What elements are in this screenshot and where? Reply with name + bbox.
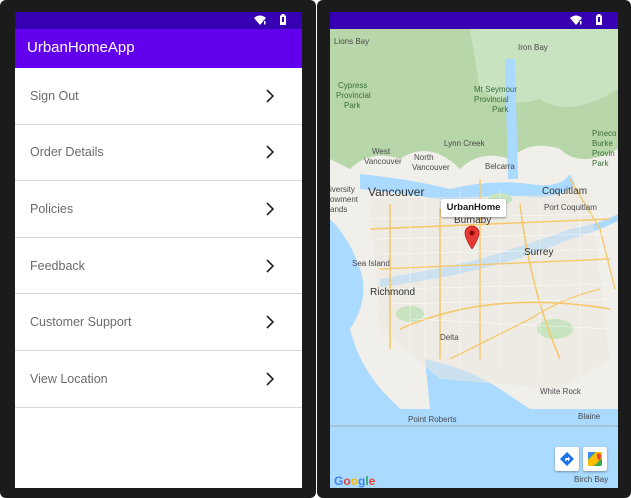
- map-label-cypress-park: Park: [344, 101, 361, 110]
- map-label-coquitlam: Coquitlam: [542, 186, 588, 197]
- map-label-cypress-provincial: Provincial: [336, 91, 371, 100]
- map-label-university-1: iversity: [330, 185, 355, 194]
- app-title: UrbanHomeApp: [27, 39, 135, 56]
- menu-item-customer-support[interactable]: Customer Support: [15, 294, 302, 351]
- map-label-university-3: ands: [330, 205, 348, 214]
- map-label-pinecone: Pineco: [592, 129, 617, 138]
- status-icons: [254, 14, 286, 25]
- chevron-right-icon: [266, 259, 274, 273]
- map-label-burke: Burke: [592, 139, 613, 148]
- phone-left: UrbanHomeApp Sign Out Order Details Poli…: [0, 0, 316, 498]
- map-label-belcarra: Belcarra: [485, 162, 515, 171]
- chevron-right-icon: [266, 89, 274, 103]
- chevron-right-icon: [266, 145, 274, 159]
- wifi-icon: [254, 15, 266, 25]
- map-label-vancouver: Vancouver: [368, 185, 425, 199]
- menu-item-label: Feedback: [30, 258, 85, 273]
- map-label-west: West: [372, 147, 391, 156]
- map-marker-icon[interactable]: [464, 225, 480, 249]
- menu-item-label: Sign Out: [30, 88, 79, 103]
- map-label-mt-provincial: Provincial: [474, 95, 509, 104]
- map-label-mt-seymour: Mt Seymour: [474, 85, 518, 94]
- map-label-iron-bay: Iron Bay: [518, 43, 548, 52]
- marker-info-window[interactable]: UrbanHome: [441, 199, 506, 217]
- map-label-blaine: Blaine: [578, 412, 601, 421]
- map-label-birch-bay: Birch Bay: [574, 475, 609, 484]
- status-icons: [570, 14, 602, 25]
- status-bar: [330, 12, 618, 29]
- menu-item-policies[interactable]: Policies: [15, 181, 302, 238]
- directions-button[interactable]: [555, 447, 579, 471]
- menu-item-order-details[interactable]: Order Details: [15, 125, 302, 182]
- chevron-right-icon: [266, 315, 274, 329]
- map-label-north-vancouver: Vancouver: [412, 163, 450, 172]
- menu-item-label: Customer Support: [30, 315, 132, 330]
- status-bar: [15, 12, 302, 29]
- map-label-port-coquitlam: Port Coquitlam: [544, 203, 597, 212]
- map-label-north: North: [414, 153, 434, 162]
- menu-item-view-location[interactable]: View Location: [15, 351, 302, 408]
- phone-right: Lions Bay Iron Bay Cypress Provincial Pa…: [317, 0, 631, 498]
- map-view[interactable]: Lions Bay Iron Bay Cypress Provincial Pa…: [330, 29, 618, 488]
- chevron-right-icon: [266, 372, 274, 386]
- menu-list: Sign Out Order Details Policies Feedback…: [15, 68, 302, 408]
- map-label-sea-island: Sea Island: [352, 259, 390, 268]
- map-label-university-2: owment: [330, 195, 359, 204]
- map-label-mt-park: Park: [492, 105, 509, 114]
- map-label-lynn-creek: Lynn Creek: [444, 139, 485, 148]
- map-label-white-rock: White Rock: [540, 387, 581, 396]
- map-label-point-roberts: Point Roberts: [408, 415, 457, 424]
- map-label-lions-bay: Lions Bay: [334, 37, 370, 46]
- menu-item-feedback[interactable]: Feedback: [15, 238, 302, 295]
- menu-item-label: Order Details: [30, 145, 104, 160]
- menu-screen: UrbanHomeApp Sign Out Order Details Poli…: [15, 12, 302, 488]
- map-label-park2: Park: [592, 159, 609, 168]
- battery-icon: [280, 14, 286, 25]
- wifi-icon: [570, 15, 582, 25]
- map-label-cypress: Cypress: [338, 81, 368, 90]
- menu-item-sign-out[interactable]: Sign Out: [15, 68, 302, 125]
- open-in-maps-button[interactable]: [583, 447, 607, 471]
- chevron-right-icon: [266, 202, 274, 216]
- map-label-surrey: Surrey: [524, 247, 554, 258]
- google-logo: Google: [334, 474, 376, 488]
- map-label-west-vancouver: Vancouver: [364, 157, 402, 166]
- battery-icon: [596, 14, 602, 25]
- map-label-richmond: Richmond: [370, 287, 416, 298]
- map-screen: Lions Bay Iron Bay Cypress Provincial Pa…: [330, 12, 618, 488]
- app-bar: UrbanHomeApp: [15, 29, 302, 68]
- google-maps-icon: [588, 452, 602, 466]
- map-label-provin: Provin: [592, 149, 615, 158]
- menu-item-label: Policies: [30, 201, 74, 216]
- menu-item-label: View Location: [30, 371, 108, 386]
- directions-icon: [560, 452, 574, 466]
- map-label-delta: Delta: [440, 333, 459, 342]
